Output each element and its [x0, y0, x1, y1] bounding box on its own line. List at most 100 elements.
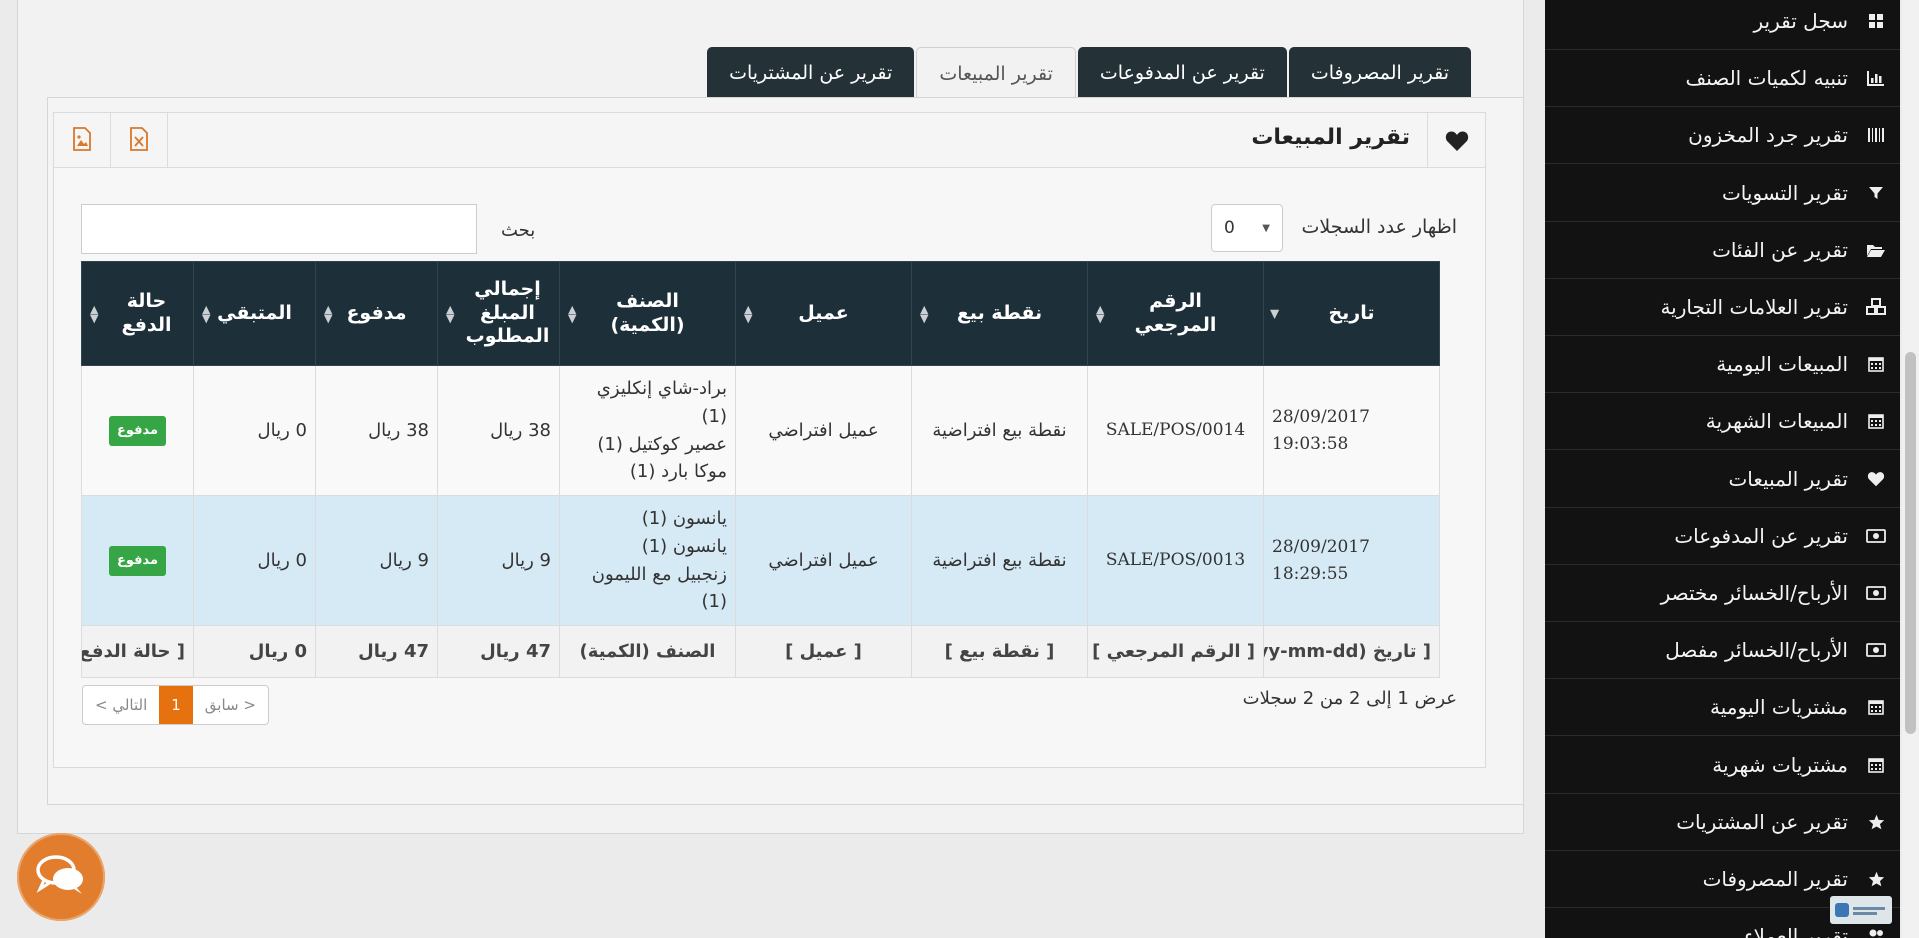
report-tabs: تقرير عن المشتريات تقرير المبيعات تقرير …: [707, 47, 1473, 99]
scrollbar-thumb[interactable]: [1905, 352, 1916, 734]
sidebar-item[interactable]: تقرير عن المشتريات: [1545, 794, 1900, 851]
records-count-select[interactable]: 0 ▼: [1211, 204, 1283, 252]
column-header-customer[interactable]: عميل ▲ ▼: [735, 261, 912, 366]
sort-icon: ▲ ▼: [568, 302, 577, 325]
status-badge: مدفوع: [108, 545, 167, 577]
sidebar-item[interactable]: تقرير العلامات التجارية: [1545, 279, 1900, 336]
grid-icon: [1852, 13, 1900, 29]
sidebar-item-label: تقرير عن المدفوعات: [1674, 523, 1848, 548]
main-content: تقرير عن المشتريات تقرير المبيعات تقرير …: [17, 0, 1524, 834]
column-header-pos[interactable]: نقطة بيع ▲ ▼: [911, 261, 1088, 366]
bar-chart-icon: [1852, 70, 1900, 87]
sidebar-item-label: الأرباح/الخسائر مختصر: [1660, 581, 1848, 605]
money-icon: [1852, 643, 1900, 658]
search-input[interactable]: [81, 204, 477, 254]
cell-balance: 0 ريال: [193, 365, 316, 496]
filter-pos[interactable]: [ نقطة بيع ]: [911, 625, 1088, 678]
sidebar-item-label: تقرير التسويات: [1721, 180, 1848, 205]
column-header-reference[interactable]: الرقم المرجعي ▲ ▼: [1087, 261, 1264, 366]
column-header-status[interactable]: حالة الدفع ▲ ▼: [81, 261, 194, 366]
cell-reference: SALE/POS/0013: [1087, 495, 1264, 626]
table-header-row: تاريخ ▼ الرقم المرجعي ▲ ▼ نقطة بيع ▲ ▼ عميل ▲ ▼…: [81, 261, 1440, 366]
users-icon: [1852, 928, 1900, 938]
sidebar: سجل تقرير تنبيه لكميات الصنف تقرير جرد الم…: [1545, 0, 1900, 938]
chat-button[interactable]: [17, 833, 105, 921]
filter-reference[interactable]: [ الرقم المرجعي ]: [1087, 625, 1264, 678]
footer-paid: 47 ريال: [315, 625, 438, 678]
export-image-button[interactable]: [54, 113, 111, 168]
current-page-button[interactable]: 1: [159, 686, 193, 724]
filter-status[interactable]: [ حالة الدفع ]: [81, 625, 194, 678]
cell-pos: نقطة بيع افتراضية: [911, 495, 1088, 626]
footer-total: 47 ريال: [437, 625, 560, 678]
calendar-icon: [1852, 699, 1900, 716]
sidebar-item[interactable]: الأرباح/الخسائر مختصر: [1545, 565, 1900, 622]
calendar-icon: [1852, 757, 1900, 773]
card-header: تقرير المبيعات: [54, 113, 1485, 168]
filter-date[interactable]: [ تاريخ (yyyy-mm-dd): [1263, 625, 1440, 678]
sidebar-item-label: تقرير العملاء: [1744, 924, 1848, 938]
sort-icon: ▲ ▼: [90, 302, 99, 325]
sidebar-item-label: تقرير عن الفئات: [1712, 237, 1848, 262]
column-header-balance[interactable]: المتبقي ▲ ▼: [193, 261, 316, 366]
chevron-down-icon: ▼: [1262, 222, 1270, 234]
filter-items[interactable]: الصنف (الكمية): [559, 625, 736, 678]
table-row[interactable]: 28/09/2017 19:03:58 SALE/POS/0014 نقطة بي…: [81, 365, 1440, 496]
sidebar-item-label: مشتريات اليومية: [1710, 695, 1848, 720]
calendar-icon: [1852, 413, 1900, 430]
chat-icon: [34, 853, 88, 901]
records-info: عرض 1 إلى 2 من 2 سجلات: [1242, 688, 1457, 709]
filter-customer[interactable]: [ عميل ]: [735, 625, 912, 678]
tab-purchases-report[interactable]: تقرير عن المشتريات: [707, 47, 915, 98]
calendar-icon: [1852, 356, 1900, 372]
tab-sales-report[interactable]: تقرير المبيعات: [916, 47, 1076, 99]
table-row[interactable]: 28/09/2017 18:29:55 SALE/POS/0013 نقطة بي…: [81, 495, 1440, 626]
sidebar-item[interactable]: مشتريات شهرية: [1545, 737, 1900, 794]
sidebar-item-label: تقرير العلامات التجارية: [1660, 295, 1848, 319]
sidebar-item-label: مشتريات شهرية: [1712, 752, 1848, 777]
sidebar-item-label: المبيعات اليومية: [1716, 352, 1848, 377]
image-export-icon: [72, 126, 92, 155]
next-page-button[interactable]: التالي >: [83, 686, 159, 724]
heart-icon: [1427, 113, 1485, 168]
sidebar-item[interactable]: تقرير التسويات: [1545, 165, 1900, 222]
filter-icon: [1852, 185, 1900, 201]
footer-balance: 0 ريال: [193, 625, 316, 678]
sidebar-item[interactable]: مشتريات اليومية: [1545, 679, 1900, 737]
sidebar-item[interactable]: المبيعات الشهرية: [1545, 393, 1900, 451]
column-header-items[interactable]: الصنف (الكمية) ▲ ▼: [559, 261, 736, 366]
cell-status: مدفوع: [81, 365, 194, 496]
tab-expenses-report[interactable]: تقرير المصروفات: [1288, 47, 1471, 98]
cell-paid: 9 ريال: [315, 495, 438, 626]
scrollbar[interactable]: [1902, 0, 1919, 938]
cell-items: يانسون (1) يانسون (1) زنجبيل مع الليمون (1): [559, 495, 736, 626]
column-header-date[interactable]: تاريخ ▼: [1263, 261, 1440, 366]
sidebar-item[interactable]: تنبيه لكميات الصنف: [1545, 50, 1900, 108]
sort-icon: ▲ ▼: [920, 302, 929, 325]
cell-date: 28/09/2017 18:29:55: [1263, 495, 1440, 626]
sidebar-item-label: سجل تقرير: [1753, 9, 1849, 33]
table-footer-row: [ تاريخ (yyyy-mm-dd) [ الرقم المرجعي ] […: [81, 625, 1440, 678]
sidebar-item-label: الأرباح/الخسائر مفصل: [1665, 638, 1848, 663]
tab-payments-report[interactable]: تقرير عن المدفوعات: [1077, 47, 1287, 98]
money-icon: [1852, 586, 1900, 600]
star-icon: [1852, 871, 1900, 887]
column-header-paid[interactable]: مدفوع ▲ ▼: [315, 261, 438, 366]
sort-icon: ▲ ▼: [1096, 302, 1105, 325]
sidebar-item[interactable]: سجل تقرير: [1545, 0, 1900, 50]
watermark-logo: [1830, 896, 1892, 924]
sidebar-item[interactable]: الأرباح/الخسائر مفصل: [1545, 622, 1900, 680]
pagination: التالي > 1 < سابق: [82, 685, 269, 725]
export-excel-button[interactable]: [111, 113, 168, 168]
sidebar-item-label: تقرير جرد المخزون: [1688, 123, 1848, 148]
sidebar-item[interactable]: تقرير عن المدفوعات: [1545, 508, 1900, 565]
cell-pos: نقطة بيع افتراضية: [911, 365, 1088, 496]
sidebar-item[interactable]: تقرير جرد المخزون: [1545, 107, 1900, 165]
previous-page-button[interactable]: < سابق: [193, 686, 268, 724]
sidebar-item[interactable]: تقرير المبيعات: [1545, 451, 1900, 508]
sidebar-item[interactable]: تقرير عن الفئات: [1545, 222, 1900, 279]
cell-total: 38 ريال: [437, 365, 560, 496]
sidebar-item[interactable]: المبيعات اليومية: [1545, 336, 1900, 394]
star-icon: [1852, 814, 1900, 830]
column-header-total[interactable]: إجمالي المبلغ المطلوب ▲ ▼: [437, 261, 560, 366]
